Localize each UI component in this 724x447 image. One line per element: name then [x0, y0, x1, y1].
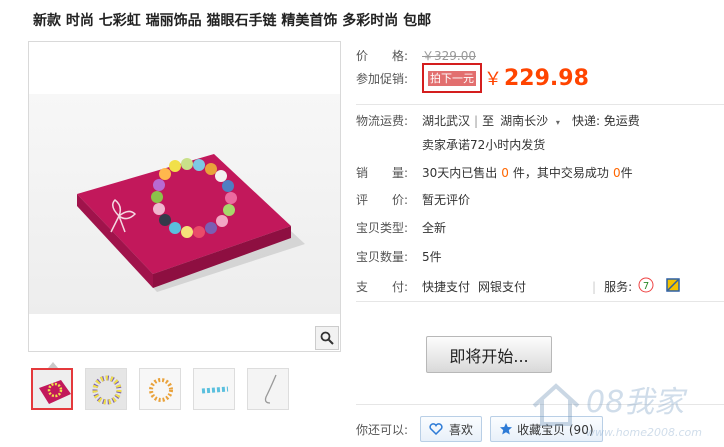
site-watermark: 08我家 www.home2008.com	[524, 366, 724, 446]
sales-row: 销 量: 30天内已售出 0 件，其中交易成功 0 件	[356, 164, 633, 181]
watermark-brand: 08我家	[586, 385, 688, 420]
thumbnail-1[interactable]	[31, 368, 73, 410]
heart-icon	[429, 423, 443, 435]
item-type-value: 全新	[422, 221, 447, 235]
product-photo	[29, 94, 340, 314]
price-row: 价 格: ￥329.00	[356, 47, 476, 64]
rating-label: 评 价:	[356, 193, 409, 207]
quantity-row: 宝贝数量: 5件	[356, 248, 442, 265]
main-product-image[interactable]	[28, 41, 341, 352]
ship-from: 湖北武汉	[422, 114, 471, 128]
promo-highlight-box: 拍下一元	[422, 63, 482, 93]
you-can-label: 你还可以:	[356, 422, 409, 437]
pay-method-bank[interactable]: 网银支付	[478, 278, 526, 295]
like-label: 喜欢	[449, 422, 474, 437]
thumbnail-5[interactable]	[247, 368, 289, 410]
payment-label: 支 付:	[356, 280, 409, 294]
sold-count: 0	[501, 165, 509, 180]
currency-symbol: ￥	[484, 69, 502, 90]
zoom-icon	[320, 331, 334, 345]
quantity-value: 5件	[422, 250, 442, 264]
svg-text:7: 7	[643, 281, 649, 292]
ship-destination: 湖南长沙	[500, 114, 549, 128]
shipping-label: 物流运费:	[356, 114, 409, 128]
payment-separator: |	[592, 279, 597, 294]
payment-row: 支 付: 快捷支付 网银支付 | 服务: 7	[356, 277, 680, 296]
zoom-button[interactable]	[315, 326, 339, 350]
ship-separator: |	[474, 113, 479, 128]
sales-label: 销 量:	[356, 166, 409, 180]
sales-unit2: 件	[620, 166, 633, 180]
divider	[356, 301, 724, 302]
item-type-row: 宝贝类型: 全新	[356, 219, 446, 236]
star-icon	[500, 423, 513, 435]
service-label: 服务:	[604, 280, 633, 294]
sales-unit1: 件，其中交易成功	[512, 166, 609, 180]
rating-row: 评 价: 暂无评价	[356, 191, 470, 208]
thumbnail-4[interactable]	[193, 368, 235, 410]
product-title: 新款 时尚 七彩虹 瑞丽饰品 猫眼石手链 精美首饰 多彩时尚 包邮	[33, 13, 432, 29]
like-button[interactable]: 喜欢	[420, 416, 483, 442]
ship-destination-select[interactable]: 湖南长沙 ▾	[500, 112, 560, 129]
watermark-url: www.home2008.com	[586, 426, 702, 439]
shipping-row: 物流运费: 湖北武汉 | 至 湖南长沙 ▾ 快递: 免运费	[356, 112, 640, 129]
promo-tag[interactable]: 拍下一元	[428, 71, 476, 86]
promo-row: 参加促销: 拍下一元 ￥ 229.98	[356, 63, 589, 93]
thumbnail-2[interactable]	[85, 368, 127, 410]
rating-value: 暂无评价	[422, 193, 471, 207]
item-type-label: 宝贝类型:	[356, 221, 409, 235]
alipay-icon[interactable]	[666, 278, 680, 295]
original-price: ￥329.00	[422, 49, 476, 63]
express-fee: 快递: 免运费	[571, 114, 640, 128]
chevron-down-icon: ▾	[555, 118, 560, 127]
promo-label: 参加促销:	[356, 71, 409, 86]
promo-price: 229.98	[504, 65, 589, 91]
success-count: 0	[612, 165, 621, 180]
sales-prefix: 30天内已售出	[422, 166, 498, 180]
thumbnail-3[interactable]	[139, 368, 181, 410]
ship-to-word: 至	[482, 114, 495, 128]
ship-promise: 卖家承诺72小时内发货	[422, 138, 546, 152]
price-label: 价 格:	[356, 49, 409, 63]
quantity-label: 宝贝数量:	[356, 250, 409, 264]
shield-icon[interactable]: 7	[638, 277, 654, 296]
pay-method-quick[interactable]: 快捷支付	[422, 278, 470, 295]
thumbnail-list	[31, 368, 289, 410]
divider	[356, 104, 724, 105]
